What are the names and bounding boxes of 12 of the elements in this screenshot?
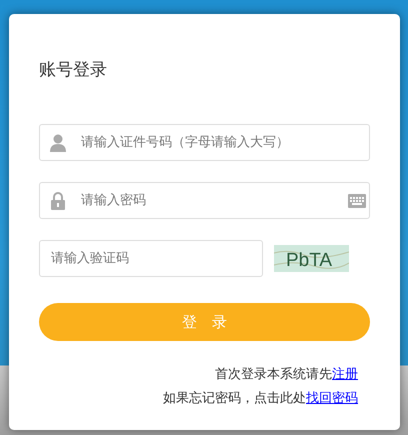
help-link[interactable]: 注册: [332, 367, 358, 382]
help-link[interactable]: 找回密码: [306, 391, 358, 406]
user-icon: [50, 134, 66, 152]
lock-icon: [50, 192, 66, 210]
keyboard-icon[interactable]: [348, 194, 366, 208]
captcha-field[interactable]: 请输入验证码: [39, 240, 263, 277]
help-text: 首次登录本系统请先注册: [214, 366, 358, 384]
id-number-field[interactable]: 请输入证件号码（字母请输入大写）: [39, 124, 370, 161]
login-title: 账号登录: [39, 60, 107, 80]
password-field[interactable]: 请输入密码: [39, 182, 370, 219]
help-text: 如果忘记密码，点击此处找回密码: [162, 390, 358, 408]
captcha-image: PbTA: [274, 245, 349, 272]
